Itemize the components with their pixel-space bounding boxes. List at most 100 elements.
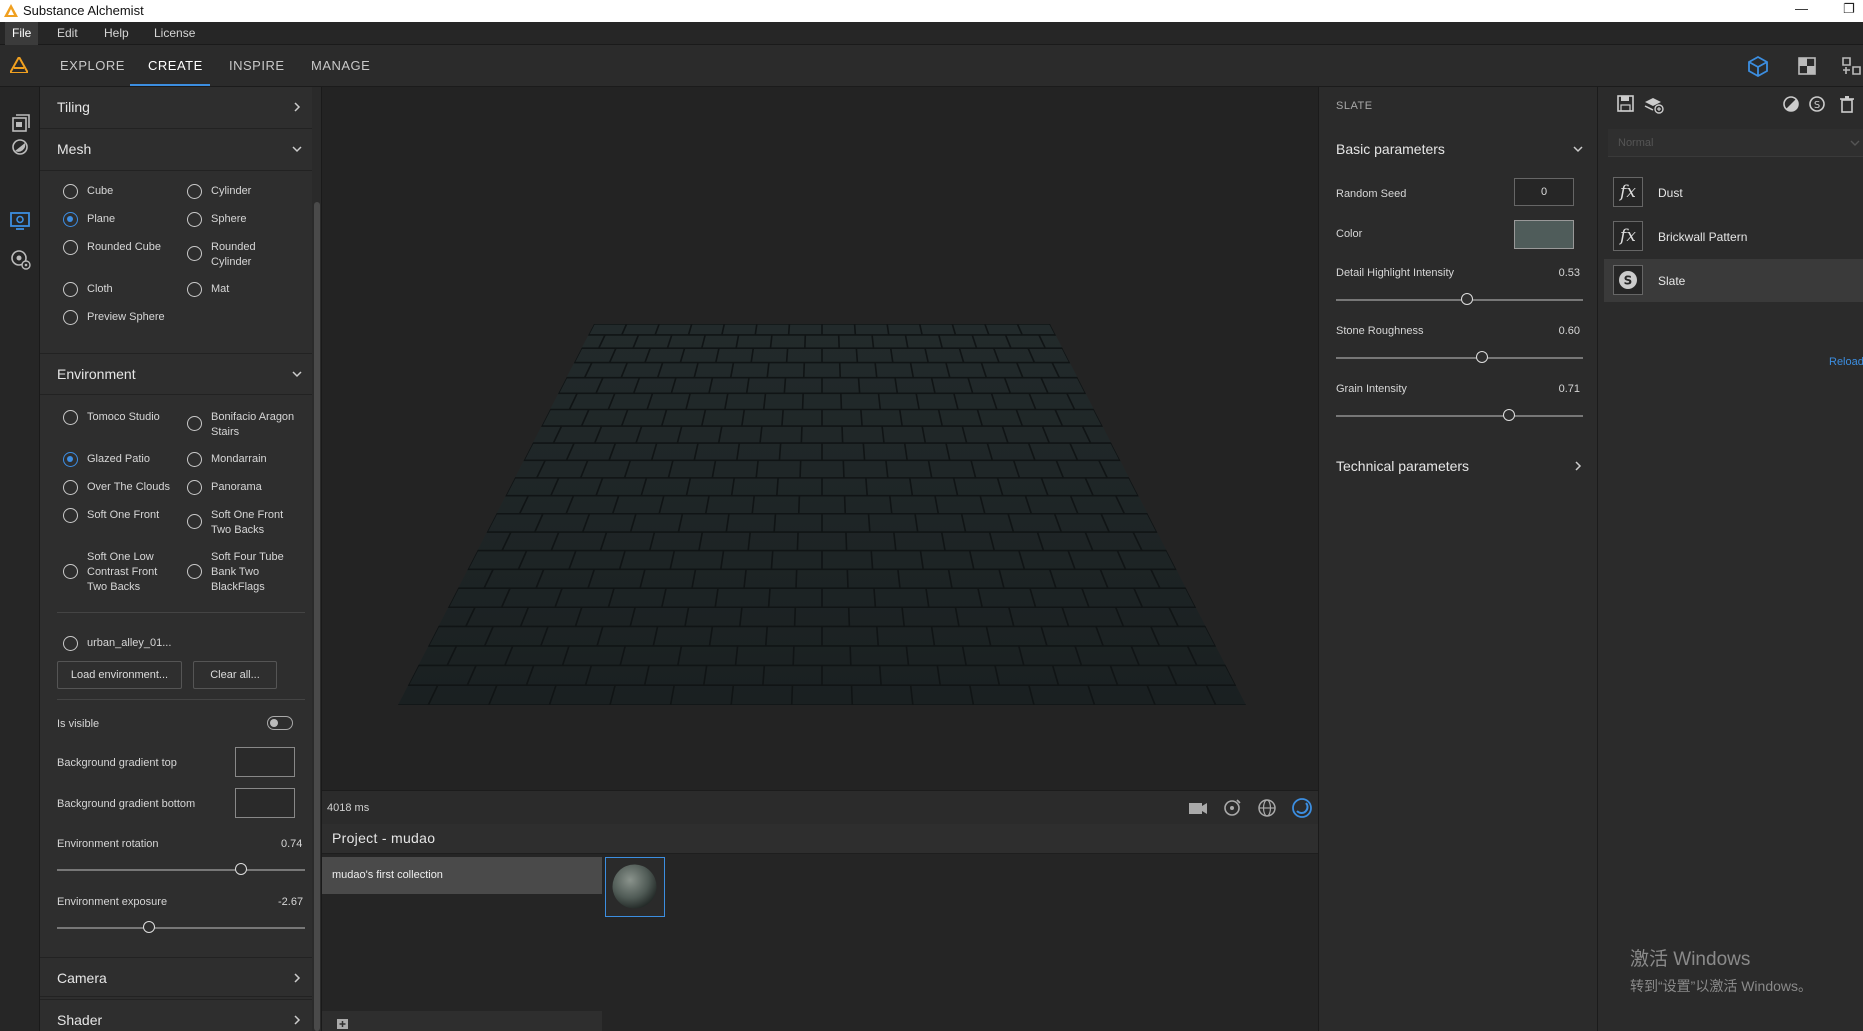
globe-icon[interactable] — [1256, 797, 1278, 819]
left-icon-strip — [0, 87, 40, 1031]
project-bottom-bar — [322, 1011, 602, 1031]
radio-circle[interactable] — [187, 282, 202, 297]
detail-highlight-slider[interactable] — [1336, 299, 1583, 301]
radio-circle[interactable] — [187, 416, 202, 431]
tab-create[interactable]: CREATE — [148, 45, 203, 87]
environment-title: Environment — [57, 366, 136, 382]
viewport-settings-icon[interactable] — [8, 209, 32, 233]
left-panel-scrollbar[interactable] — [312, 87, 321, 1031]
bg-gradient-top-swatch[interactable] — [235, 747, 295, 777]
filter-icon[interactable] — [1780, 93, 1802, 115]
material-icon[interactable] — [8, 135, 32, 159]
radio-label: Bonifacio Aragon Stairs — [211, 411, 295, 438]
radio-circle[interactable] — [187, 184, 202, 199]
split-view-icon[interactable] — [1840, 55, 1863, 77]
menu-help[interactable]: Help — [97, 22, 136, 45]
left-panel: Tiling Mesh Cube Cylinder Plane Sphere R… — [40, 87, 322, 1031]
radio-circle[interactable] — [63, 282, 78, 297]
env-exposure-slider-knob[interactable] — [142, 921, 155, 933]
radio-circle[interactable] — [187, 514, 202, 529]
radio-label: Cube — [87, 185, 114, 197]
shader-section-header[interactable]: Shader — [40, 999, 312, 1031]
color-swatch[interactable] — [1514, 220, 1574, 249]
radio-circle[interactable] — [63, 240, 78, 255]
bg-gradient-top-label: Background gradient top — [57, 757, 177, 769]
radio-label: Soft One Low Contrast Front Two Backs — [87, 551, 158, 593]
chevron-down-icon[interactable] — [1571, 142, 1585, 156]
layer-item-dust[interactable]: fx Dust — [1604, 171, 1863, 214]
radio-circle[interactable] — [187, 246, 202, 261]
clear-all-button[interactable]: Clear all... — [193, 661, 277, 689]
bg-gradient-bottom-swatch[interactable] — [235, 788, 295, 818]
scrollbar-thumb[interactable] — [314, 202, 320, 1031]
library-icon[interactable] — [8, 111, 32, 135]
layer-item-brickwall-pattern[interactable]: fx Brickwall Pattern — [1604, 215, 1863, 258]
reload-link[interactable]: Reload — [1829, 356, 1863, 368]
radio-circle[interactable] — [187, 452, 202, 467]
app-logo-icon — [4, 4, 18, 17]
radio-circle[interactable] — [63, 212, 78, 227]
add-layer-icon[interactable] — [1643, 93, 1665, 115]
add-collection-icon[interactable] — [336, 1016, 350, 1030]
mesh-title: Mesh — [57, 141, 92, 157]
camera-icon[interactable] — [1187, 797, 1209, 819]
chevron-right-icon — [294, 102, 301, 112]
basic-parameters-title[interactable]: Basic parameters — [1336, 141, 1445, 157]
rotate-light-icon[interactable] — [1221, 797, 1243, 819]
2d-view-icon[interactable] — [1795, 55, 1819, 77]
blend-mode-dropdown[interactable]: Normal — [1608, 129, 1863, 157]
detail-highlight-slider-knob[interactable] — [1460, 293, 1473, 305]
radio-circle[interactable] — [63, 480, 78, 495]
is-visible-label: Is visible — [57, 718, 100, 730]
grain-intensity-slider-knob[interactable] — [1502, 409, 1515, 421]
material-ball-icon[interactable] — [1291, 797, 1313, 819]
radio-circle[interactable] — [187, 480, 202, 495]
radio-circle[interactable] — [63, 452, 78, 467]
tab-explore[interactable]: EXPLORE — [60, 45, 125, 87]
settings-icon[interactable] — [8, 247, 32, 271]
minimize-button[interactable]: — — [1795, 1, 1808, 16]
radio-circle[interactable] — [63, 508, 78, 523]
random-seed-input[interactable]: 0 — [1514, 178, 1574, 206]
tab-manage[interactable]: MANAGE — [311, 45, 370, 87]
radio-circle[interactable] — [63, 184, 78, 199]
radio-circle[interactable] — [63, 564, 78, 579]
environment-section-header[interactable]: Environment — [40, 353, 312, 395]
fx-icon: fx — [1613, 177, 1643, 207]
menu-bar: File Edit Help License — [0, 22, 1863, 45]
tab-inspire[interactable]: INSPIRE — [229, 45, 285, 87]
env-rotation-slider-knob[interactable] — [234, 863, 247, 875]
restore-button[interactable]: ❐ — [1843, 1, 1855, 17]
collection-item[interactable]: mudao's first collection — [322, 857, 602, 894]
stone-roughness-slider[interactable] — [1336, 357, 1583, 359]
is-visible-toggle[interactable] — [267, 716, 293, 730]
technical-parameters-title[interactable]: Technical parameters — [1336, 458, 1469, 474]
menu-edit[interactable]: Edit — [50, 22, 85, 45]
save-icon[interactable] — [1615, 93, 1637, 115]
3d-viewport[interactable] — [322, 87, 1318, 790]
material-thumbnail[interactable] — [605, 857, 665, 917]
radio-circle[interactable] — [187, 564, 202, 579]
env-exposure-slider[interactable] — [57, 927, 305, 929]
camera-section-header[interactable]: Camera — [40, 957, 312, 997]
grain-intensity-slider[interactable] — [1336, 415, 1583, 417]
env-rotation-slider[interactable] — [57, 869, 305, 871]
load-environment-button[interactable]: Load environment... — [57, 661, 182, 689]
menu-license[interactable]: License — [147, 22, 202, 45]
radio-circle[interactable] — [63, 410, 78, 425]
tiling-section-header[interactable]: Tiling — [40, 87, 312, 129]
radio-label: Cloth — [87, 283, 113, 295]
layer-item-slate[interactable]: S Slate — [1604, 259, 1863, 302]
mesh-section-header[interactable]: Mesh — [40, 129, 312, 171]
radio-circle[interactable] — [63, 636, 78, 651]
chevron-right-icon[interactable] — [1571, 459, 1585, 473]
substance-layer-icon[interactable]: S — [1806, 93, 1828, 115]
radio-circle[interactable] — [187, 212, 202, 227]
project-header: Project - mudao — [322, 824, 1318, 854]
trash-icon[interactable] — [1836, 93, 1858, 115]
menu-file[interactable]: File — [5, 22, 39, 45]
chevron-right-icon — [294, 973, 301, 983]
radio-circle[interactable] — [63, 310, 78, 325]
3d-view-icon[interactable] — [1746, 55, 1770, 77]
stone-roughness-slider-knob[interactable] — [1475, 351, 1488, 363]
